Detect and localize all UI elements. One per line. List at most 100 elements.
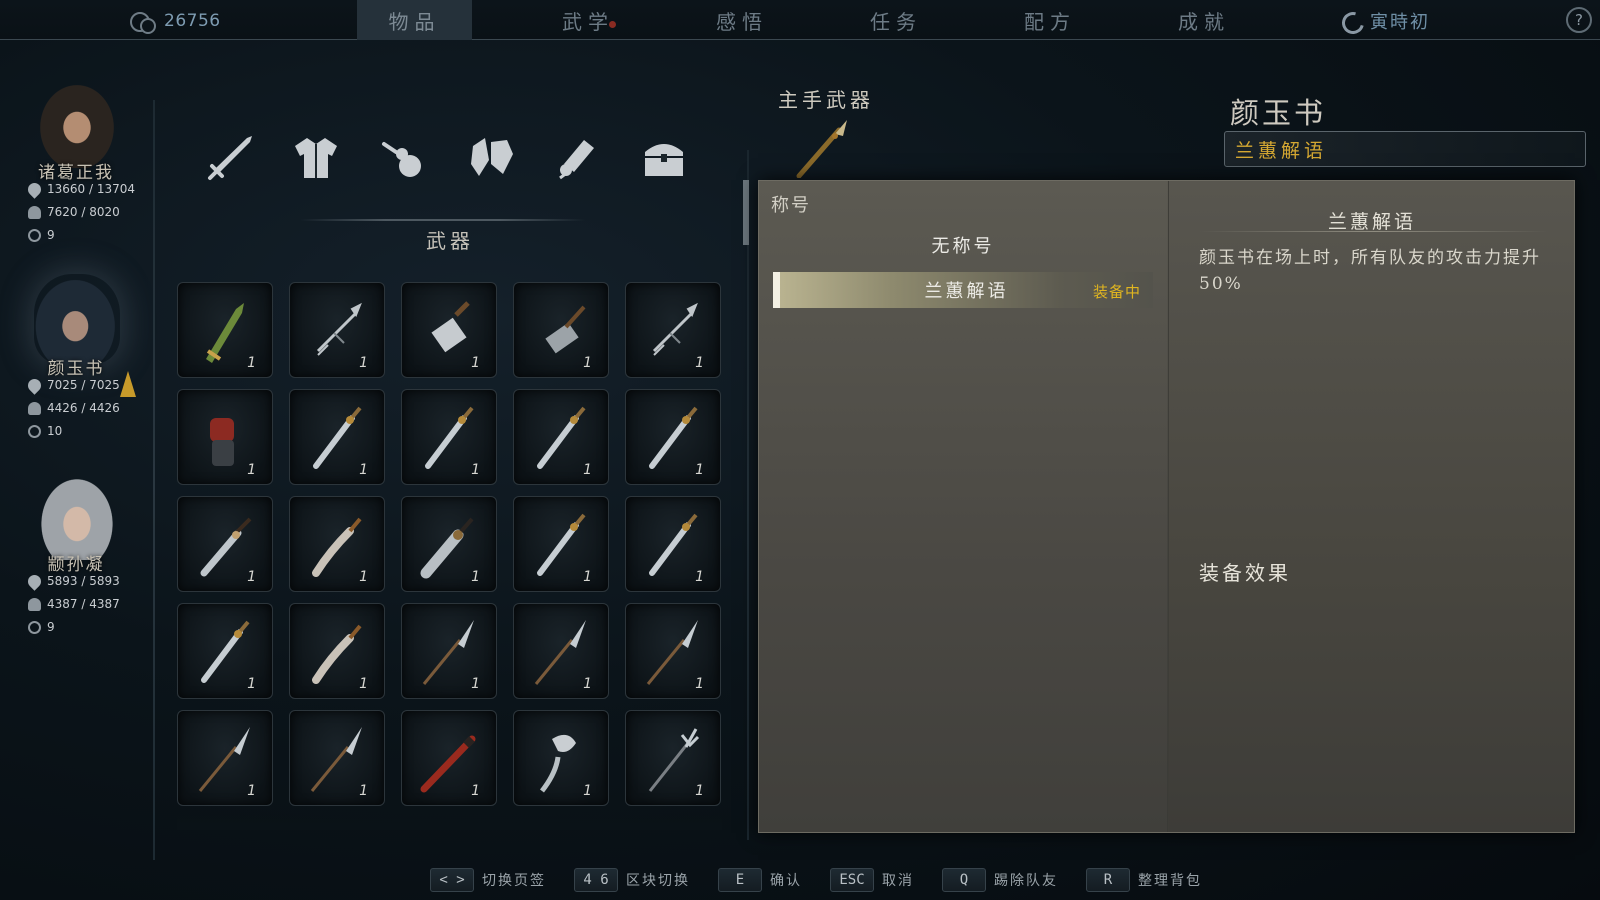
- key-cap: < >: [430, 868, 474, 892]
- mp-value: 7620 / 8020: [47, 205, 120, 219]
- inventory-slot[interactable]: 1: [289, 389, 385, 485]
- inventory-slot[interactable]: 1: [289, 496, 385, 592]
- tab-recipes[interactable]: 配方: [973, 0, 1127, 40]
- moon-clock-icon: [1340, 10, 1362, 32]
- avatar: [34, 470, 120, 560]
- category-underline: [300, 219, 585, 221]
- mp-stat: 4426 / 4426: [28, 401, 120, 415]
- inventory-slot[interactable]: 1: [401, 282, 497, 378]
- ore-icon: [471, 138, 513, 176]
- inventory-slot[interactable]: 1: [625, 603, 721, 699]
- sword-icon: [208, 136, 252, 180]
- mp-value: 4387 / 4387: [47, 597, 120, 611]
- inventory-slot[interactable]: 1: [401, 389, 497, 485]
- inventory-slot[interactable]: 1: [177, 389, 273, 485]
- current-title[interactable]: 兰蕙解语: [1224, 131, 1586, 167]
- tab-achievements[interactable]: 成就: [1127, 0, 1281, 40]
- category-weapon[interactable]: [202, 130, 257, 185]
- category-armor[interactable]: [289, 130, 344, 185]
- detail-title: 兰蕙解语: [1327, 211, 1416, 233]
- tab-martial-arts[interactable]: 武学: [511, 0, 665, 40]
- inventory-slot[interactable]: 1: [401, 603, 497, 699]
- main-tabs: 物品 武学 感悟 任务 配方 成就: [357, 0, 1281, 40]
- inventory-slot[interactable]: 1: [401, 496, 497, 592]
- item-quantity: 1: [359, 569, 368, 585]
- inventory-slot[interactable]: 1: [625, 389, 721, 485]
- hint-kick-member[interactable]: Q 踢除队友: [942, 868, 1058, 892]
- party-member[interactable]: 颛孙凝 5893 / 5893 4387 / 4387 9: [0, 470, 155, 650]
- title-option-none[interactable]: 无称号: [773, 227, 1153, 263]
- hint-cancel[interactable]: ESC 取消: [830, 868, 914, 892]
- hint-label: 区块切换: [626, 873, 690, 889]
- title-dialog: 称号 无称号 兰蕙解语 装备中 兰蕙解语 颜玉书在场上时，所有队友的攻击力提升5…: [758, 180, 1575, 833]
- category-book[interactable]: [550, 130, 605, 185]
- inventory-slot[interactable]: 1: [177, 603, 273, 699]
- inventory-slot[interactable]: 1: [289, 603, 385, 699]
- tab-insights[interactable]: 感悟: [665, 0, 819, 40]
- divider: [747, 150, 749, 840]
- hp-stat: 5893 / 5893: [25, 571, 120, 591]
- inventory-slot[interactable]: 1: [513, 603, 609, 699]
- hp-value: 7025 / 7025: [47, 378, 120, 392]
- hint-confirm[interactable]: E 确认: [718, 868, 802, 892]
- inventory-slot[interactable]: 1: [513, 389, 609, 485]
- inventory-slot[interactable]: 1: [625, 496, 721, 592]
- title-option-selected[interactable]: 兰蕙解语 装备中: [773, 272, 1153, 308]
- grid-fade: [177, 810, 722, 830]
- inventory-slot[interactable]: 1: [177, 282, 273, 378]
- category-consumable[interactable]: [376, 130, 431, 185]
- clothing-icon: [295, 138, 337, 178]
- divider: [1199, 231, 1549, 232]
- currency-display: 26756: [130, 8, 221, 34]
- item-quantity: 1: [247, 462, 256, 478]
- inventory-slot[interactable]: 1: [177, 710, 273, 806]
- inventory-slot[interactable]: 1: [513, 496, 609, 592]
- item-quantity: 1: [695, 569, 704, 585]
- key-cap: Q: [942, 868, 986, 892]
- divider: [153, 100, 155, 860]
- category-material[interactable]: [463, 130, 518, 185]
- mp-stat: 7620 / 8020: [28, 205, 120, 219]
- inventory-slot[interactable]: 1: [289, 710, 385, 806]
- inventory-slot[interactable]: 1: [625, 710, 721, 806]
- item-quantity: 1: [583, 355, 592, 371]
- hint-sort-bag[interactable]: R 整理背包: [1086, 868, 1202, 892]
- title-option-label: 无称号: [931, 236, 995, 257]
- item-quantity: 1: [359, 783, 368, 799]
- hint-switch-tab[interactable]: < > 切换页签: [430, 868, 546, 892]
- hint-label: 踢除队友: [994, 873, 1058, 889]
- item-quantity: 1: [695, 462, 704, 478]
- tab-quests[interactable]: 任务: [819, 0, 973, 40]
- item-quantity: 1: [695, 355, 704, 371]
- category-bar: [202, 130, 692, 185]
- inventory-slot[interactable]: 1: [513, 282, 609, 378]
- category-misc[interactable]: [637, 130, 692, 185]
- tab-items[interactable]: 物品: [357, 0, 472, 40]
- party-member-selected[interactable]: 颜玉书 7025 / 7025 4426 / 4426 10: [0, 274, 155, 454]
- party-member[interactable]: 诸葛正我 13660 / 13704 7620 / 8020 9: [0, 78, 155, 258]
- inventory-slot[interactable]: 1: [289, 282, 385, 378]
- inventory-slot[interactable]: 1: [625, 282, 721, 378]
- inventory-slot[interactable]: 1: [513, 710, 609, 806]
- level-stat: 9: [28, 228, 55, 242]
- character-name: 颜玉书: [1230, 96, 1327, 130]
- title-option-label: 兰蕙解语: [924, 281, 1009, 302]
- tab-label: 成就: [1178, 9, 1230, 34]
- title-detail-panel: 兰蕙解语 颜玉书在场上时，所有队友的攻击力提升50% 装备效果: [1168, 181, 1574, 832]
- time-label: 寅時初: [1370, 12, 1430, 33]
- key-cap: ESC: [830, 868, 874, 892]
- dialog-header: 称号: [771, 195, 811, 216]
- spear-icon[interactable]: [795, 116, 855, 178]
- tab-label: 武学: [562, 9, 614, 34]
- inventory-slot[interactable]: 1: [177, 496, 273, 592]
- hint-bar: < > 切换页签 4 6 区块切换 E 确认 ESC 取消 Q 踢除队友 R 整理背包: [430, 867, 1230, 893]
- help-button[interactable]: ?: [1566, 7, 1592, 33]
- inventory-slot[interactable]: 1: [401, 710, 497, 806]
- key-cap: 4 6: [574, 868, 618, 892]
- hint-label: 取消: [882, 873, 914, 889]
- scrollbar[interactable]: [743, 180, 749, 245]
- avatar: [34, 274, 120, 364]
- title-list-panel: 称号 无称号 兰蕙解语 装备中: [759, 181, 1167, 832]
- hint-switch-block[interactable]: 4 6 区块切换: [574, 868, 690, 892]
- mp-icon: [28, 597, 41, 611]
